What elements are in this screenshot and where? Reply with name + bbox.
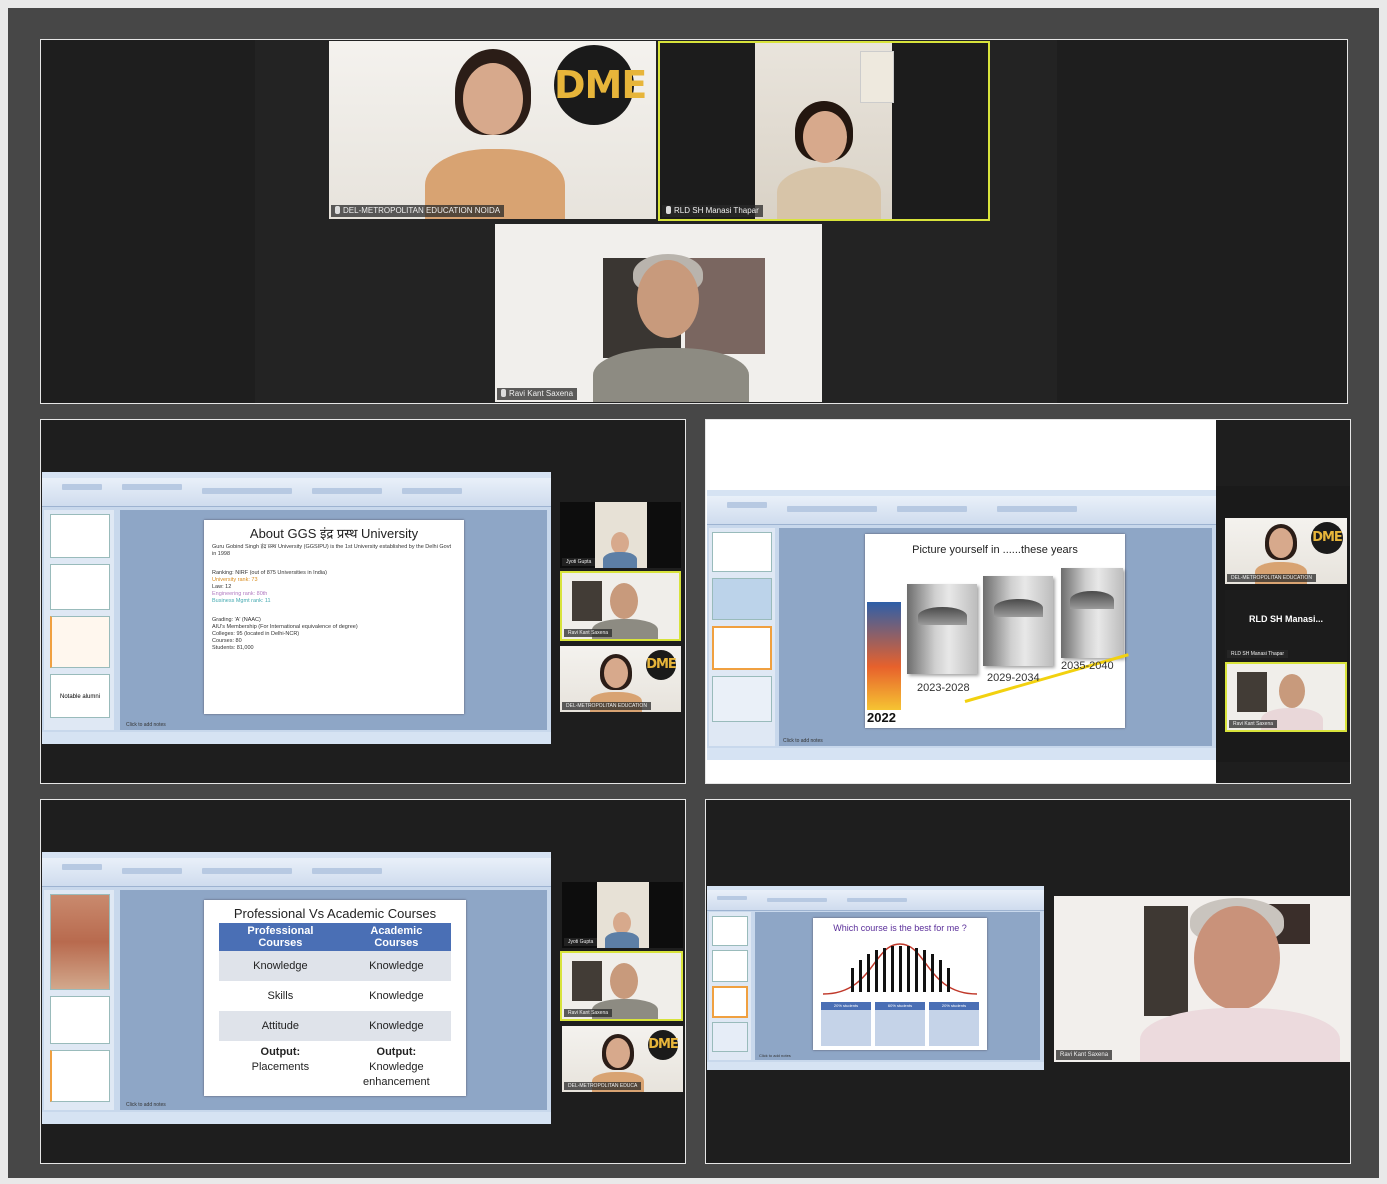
- shared-screen-courses: Professional Vs Academic Courses Profess…: [40, 799, 686, 1164]
- shared-screen-which: Which course is the best for me ? 20% st…: [705, 799, 1351, 1164]
- stat-box: 20% students: [929, 1002, 979, 1046]
- notes-pane[interactable]: Click to add notes: [759, 1053, 791, 1058]
- mic-icon: [335, 206, 340, 214]
- participant-video: [777, 101, 881, 219]
- table-header: Academic Courses: [341, 923, 451, 951]
- comparison-table: Professional Courses Academic Courses Kn…: [219, 923, 451, 1099]
- ribbon-toolbar[interactable]: [707, 890, 1044, 911]
- ribbon-toolbar[interactable]: [42, 858, 551, 887]
- slide-which: Which course is the best for me ? 20% st…: [813, 918, 987, 1050]
- top-video-panel: DME DEL-METROPOLITAN EDUCATION NOIDA RLD…: [40, 39, 1348, 404]
- slide-title: Professional Vs Academic Courses: [233, 906, 437, 921]
- participant-label: RLD SH Manasi...: [1248, 614, 1323, 624]
- stat-box: 60% students: [875, 1002, 925, 1046]
- stat-box: 20% students: [821, 1002, 871, 1046]
- slide-title: About GGS इंद्र प्रस्थ University: [249, 526, 419, 541]
- notes-pane[interactable]: Click to add notes: [783, 738, 823, 744]
- dme-logo: DME: [646, 650, 677, 680]
- bell-curve-graphic: [822, 943, 978, 995]
- side-tile-jyoti[interactable]: Jyoti Gupta: [562, 882, 683, 948]
- participant-name: DEL-METROPOLITAN EDUCATION NOIDA: [331, 205, 505, 217]
- year-label: 2029-2034: [987, 672, 1040, 684]
- mic-icon: [501, 389, 506, 397]
- slide-thumbnails[interactable]: [709, 528, 775, 746]
- dme-logo: DME: [1311, 522, 1343, 554]
- participant-video: [593, 254, 749, 402]
- participant-tile-dme[interactable]: DME DEL-METROPOLITAN EDUCATION NOIDA: [329, 41, 656, 219]
- year-label: 2035-2040: [1061, 660, 1114, 672]
- mic-icon: [666, 206, 671, 214]
- participant-name: Ravi Kant Saxena: [564, 1009, 613, 1017]
- side-tile-dme[interactable]: DME DEL-METROPOLITAN EDUCATION: [560, 646, 681, 712]
- participant-tile-ravi[interactable]: Ravi Kant Saxena: [495, 224, 822, 402]
- slide-thumbnail-notable[interactable]: Notable alumni: [50, 674, 110, 718]
- side-tile-manasi[interactable]: RLD SH Manasi... RLD SH Manasi Thapar: [1225, 590, 1347, 660]
- speaker-tile-ravi[interactable]: Ravi Kant Saxena: [1054, 896, 1350, 1062]
- ribbon-toolbar[interactable]: [707, 496, 1216, 525]
- meeting-gallery: DME DEL-METROPOLITAN EDUCATION NOIDA RLD…: [8, 8, 1379, 1178]
- notes-pane[interactable]: Click to add notes: [126, 1102, 166, 1108]
- side-tile-ravi[interactable]: Ravi Kant Saxena: [1225, 662, 1347, 732]
- participant-name: DEL-METROPOLITAN EDUCATION: [1227, 574, 1316, 582]
- participant-name: RLD SH Manasi Thapar: [662, 205, 763, 217]
- table-header: Professional Courses: [219, 923, 342, 951]
- participant-name: DEL-METROPOLITAN EDUCATION: [562, 702, 651, 710]
- shared-screen-about: Notable alumni About GGS इंद्र प्रस्थ Un…: [40, 419, 686, 784]
- table-cell: Output: Placements: [251, 1046, 310, 1073]
- ribbon-toolbar[interactable]: [42, 478, 551, 507]
- year-label: 2022: [867, 710, 896, 725]
- book-image: [983, 576, 1053, 666]
- year-label: 2023-2028: [917, 682, 970, 694]
- slide-thumbnails[interactable]: [709, 912, 751, 1060]
- book-image: [907, 584, 977, 674]
- participant-name: Ravi Kant Saxena: [497, 388, 578, 400]
- participant-name: Ravi Kant Saxena: [1056, 1050, 1113, 1060]
- table-cell: Attitude: [261, 1020, 300, 1032]
- participant-video: [425, 49, 565, 219]
- dme-logo: DME: [554, 45, 647, 125]
- slide-title: Which course is the best for me ?: [833, 923, 967, 933]
- participant-name: Ravi Kant Saxena: [1229, 720, 1278, 728]
- notes-pane[interactable]: Click to add notes: [126, 722, 166, 728]
- dme-logo: DME: [648, 1030, 679, 1060]
- slide-picture: Picture yourself in ......these years 20…: [865, 534, 1129, 728]
- slide-courses: Professional Vs Academic Courses Profess…: [204, 900, 466, 1096]
- participant-tile-manasi[interactable]: RLD SH Manasi Thapar: [658, 41, 990, 221]
- slide-about: About GGS इंद्र प्रस्थ University Guru G…: [204, 520, 464, 714]
- shared-screen-picture: Picture yourself in ......these years 20…: [705, 419, 1351, 784]
- participant-name: DEL-METROPOLITAN EDUCA: [564, 1082, 642, 1090]
- participant-name: Ravi Kant Saxena: [564, 629, 613, 637]
- participant-name: RLD SH Manasi Thapar: [1227, 650, 1288, 658]
- slide-text: Guru Gobind Singh इंद्र प्रस्थ Universit…: [212, 544, 451, 651]
- powerpoint-window[interactable]: Notable alumni About GGS इंद्र प्रस्थ Un…: [42, 472, 551, 744]
- participant-name: Jyoti Gupta: [562, 558, 596, 566]
- table-cell: Skills: [267, 990, 294, 1002]
- slide-thumbnails[interactable]: [44, 890, 114, 1110]
- side-tile-ravi[interactable]: Ravi Kant Saxena: [560, 951, 683, 1021]
- side-tile-ravi[interactable]: Ravi Kant Saxena: [560, 571, 681, 641]
- table-cell: Knowledge: [369, 990, 424, 1002]
- table-cell: Knowledge: [369, 960, 424, 972]
- table-cell: Knowledge: [369, 1020, 424, 1032]
- table-cell: Knowledge: [253, 960, 308, 972]
- table-cell: Output: Knowledge enhancement: [363, 1046, 430, 1088]
- book-image: [1061, 568, 1123, 658]
- side-tile-dme[interactable]: DME DEL-METROPOLITAN EDUCA: [562, 1026, 683, 1092]
- side-tile-jyoti[interactable]: Jyoti Gupta: [560, 502, 681, 568]
- participant-name: Jyoti Gupta: [564, 938, 598, 946]
- powerpoint-window[interactable]: Professional Vs Academic Courses Profess…: [42, 852, 551, 1124]
- powerpoint-window[interactable]: Picture yourself in ......these years 20…: [707, 490, 1216, 760]
- slide-thumbnails[interactable]: Notable alumni: [44, 510, 114, 730]
- slide-title: Picture yourself in ......these years: [912, 544, 1078, 556]
- participant-video: [1140, 898, 1340, 1062]
- side-tile-dme[interactable]: DME DEL-METROPOLITAN EDUCATION: [1225, 518, 1347, 584]
- powerpoint-window[interactable]: Which course is the best for me ? 20% st…: [707, 886, 1044, 1070]
